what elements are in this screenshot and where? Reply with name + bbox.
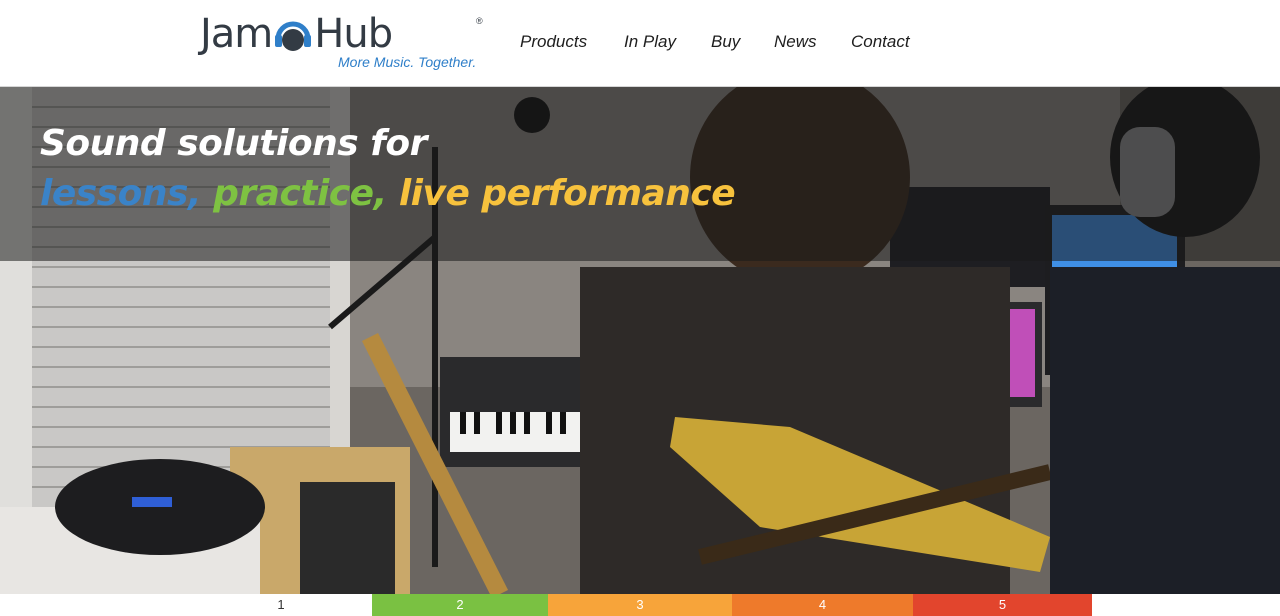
slide-tab-2[interactable]: 2 [372, 594, 548, 616]
word-lessons: lessons, [40, 173, 202, 214]
slide-tab-3[interactable]: 3 [548, 594, 732, 616]
word-live-performance: live performance [398, 173, 736, 214]
slider-pagination: 1 2 3 4 5 [0, 594, 1280, 616]
slide-tab-1[interactable]: 1 [190, 594, 372, 616]
nav-products[interactable]: Products [520, 32, 587, 52]
logo-wordmark: Jam Hub [200, 11, 393, 57]
logo-text-hub: Hub [314, 11, 393, 57]
slide-tab-4[interactable]: 4 [732, 594, 913, 616]
jamhub-logo[interactable]: Jam Hub ® More Music. Together. [200, 12, 490, 74]
nav-contact[interactable]: Contact [851, 32, 910, 52]
site-header: Jam Hub ® More Music. Together. Products… [0, 0, 1280, 87]
hero-subheadline: lessons, practice, live performance [40, 173, 736, 214]
hero-banner: Sound solutions for lessons, practice, l… [0, 87, 1280, 594]
registered-mark: ® [476, 16, 483, 26]
logo-text-jam: Jam [200, 11, 273, 57]
nav-buy[interactable]: Buy [711, 32, 740, 52]
word-practice: practice, [213, 173, 387, 214]
headphones-logo-icon [275, 21, 312, 51]
slide-tab-5[interactable]: 5 [913, 594, 1092, 616]
logo-tagline: More Music. Together. [338, 54, 477, 70]
nav-news[interactable]: News [774, 32, 817, 52]
nav-in-play[interactable]: In Play [624, 32, 676, 52]
hero-headline: Sound solutions for [40, 123, 427, 164]
